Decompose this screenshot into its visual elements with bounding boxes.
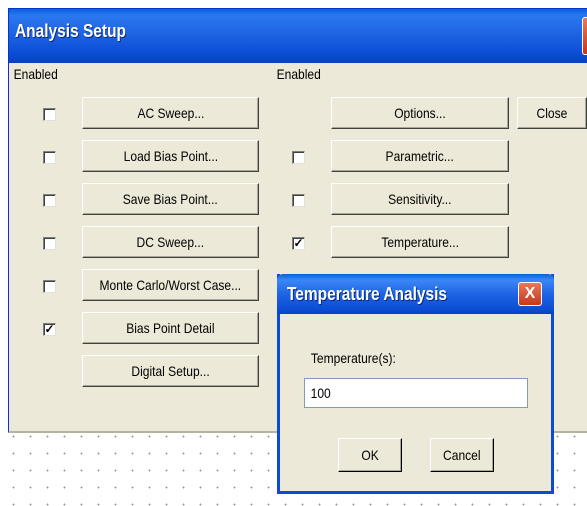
ac-sweep-checkbox[interactable] xyxy=(43,108,56,121)
sensitivity-button[interactable]: Sensitivity... xyxy=(331,183,509,215)
enabled-label-left: Enabled xyxy=(13,66,58,82)
load-bias-point-button[interactable]: Load Bias Point... xyxy=(82,140,259,172)
bias-point-detail-checkbox[interactable]: ✓ xyxy=(43,323,56,336)
ok-button-label: OK xyxy=(361,447,379,463)
monte-carlo-button[interactable]: Monte Carlo/Worst Case... xyxy=(82,269,259,301)
temperature-dialog-titlebar[interactable]: Temperature Analysis X xyxy=(277,274,554,314)
save-bias-point-label: Save Bias Point... xyxy=(122,191,219,207)
parametric-checkbox[interactable] xyxy=(292,151,305,164)
dc-sweep-button[interactable]: DC Sweep... xyxy=(82,226,259,258)
digital-setup-button[interactable]: Digital Setup... xyxy=(82,355,259,387)
temperature-analysis-dialog: Temperature Analysis X Temperature(s): 1… xyxy=(277,274,554,494)
cancel-button[interactable]: Cancel xyxy=(430,438,494,472)
options-button[interactable]: Options... xyxy=(331,97,509,129)
dc-sweep-checkbox[interactable] xyxy=(43,237,56,250)
window-close-button[interactable]: X xyxy=(582,17,587,55)
ac-sweep-label: AC Sweep... xyxy=(137,105,204,121)
load-bias-point-checkbox[interactable] xyxy=(43,151,56,164)
ok-button[interactable]: OK xyxy=(338,438,402,472)
close-button[interactable]: Close xyxy=(517,97,587,129)
save-bias-point-checkbox[interactable] xyxy=(43,194,56,207)
analysis-setup-titlebar[interactable]: Analysis Setup X xyxy=(9,9,587,63)
window-title: Analysis Setup xyxy=(15,21,126,41)
temperature-label: Temperature... xyxy=(381,234,459,250)
dc-sweep-label: DC Sweep... xyxy=(136,234,205,250)
options-label: Options... xyxy=(394,105,446,121)
cancel-button-label: Cancel xyxy=(443,447,481,463)
ac-sweep-button[interactable]: AC Sweep... xyxy=(82,97,259,129)
temperature-checkbox[interactable]: ✓ xyxy=(292,237,305,250)
load-bias-point-label: Load Bias Point... xyxy=(123,148,218,164)
digital-setup-label: Digital Setup... xyxy=(131,363,210,379)
temperature-input[interactable]: 100 xyxy=(304,378,528,408)
enabled-label-right: Enabled xyxy=(276,66,321,82)
sensitivity-label: Sensitivity... xyxy=(388,191,452,207)
temperature-input-value: 100 xyxy=(310,385,331,401)
monte-carlo-label: Monte Carlo/Worst Case... xyxy=(99,277,242,293)
bias-point-detail-label: Bias Point Detail xyxy=(126,320,215,336)
temperature-dialog-close-button[interactable]: X xyxy=(518,282,542,306)
monte-carlo-checkbox[interactable] xyxy=(43,280,56,293)
bias-point-detail-button[interactable]: Bias Point Detail xyxy=(82,312,259,344)
close-button-label: Close xyxy=(536,105,568,121)
temperature-dialog-title: Temperature Analysis xyxy=(287,284,448,304)
parametric-label: Parametric... xyxy=(385,148,455,164)
save-bias-point-button[interactable]: Save Bias Point... xyxy=(82,183,259,215)
temperature-button[interactable]: Temperature... xyxy=(331,226,509,258)
sensitivity-checkbox[interactable] xyxy=(292,194,305,207)
temperature-field-label: Temperature(s): xyxy=(310,350,396,366)
parametric-button[interactable]: Parametric... xyxy=(331,140,509,172)
close-icon: X xyxy=(524,285,536,302)
